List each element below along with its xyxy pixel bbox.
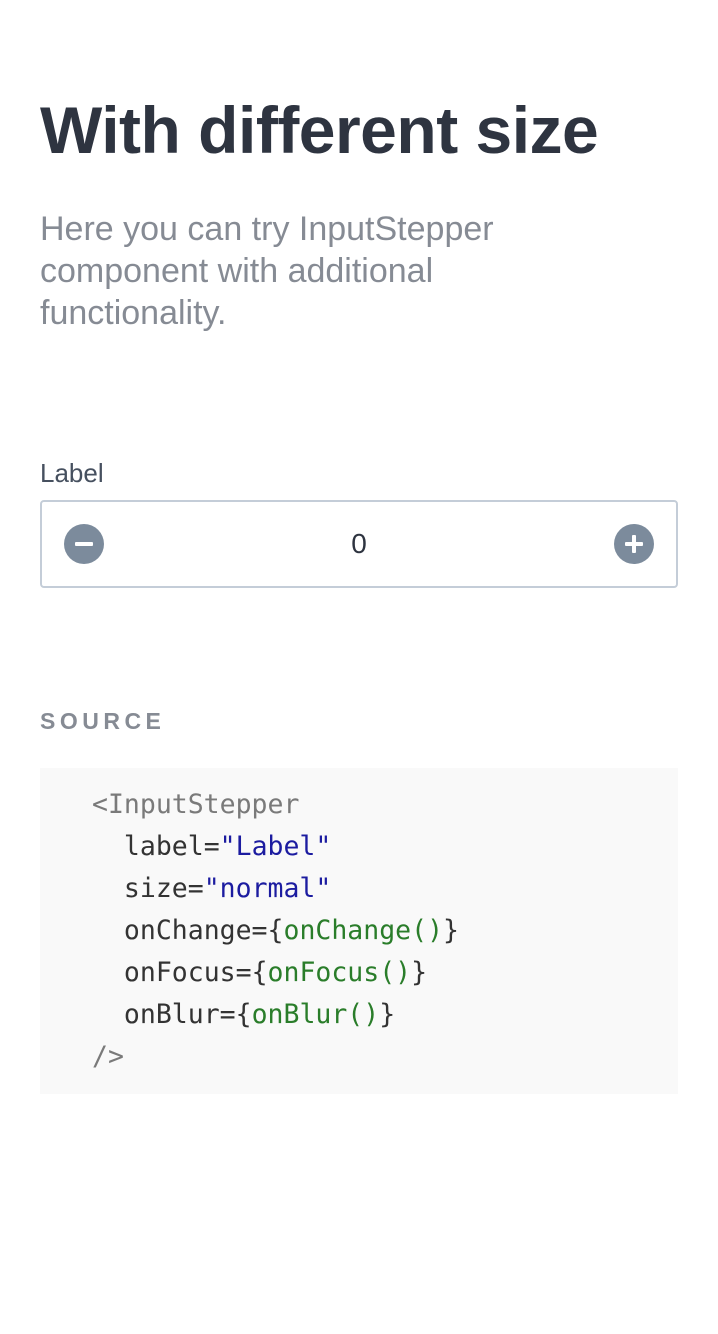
code-attr-onchange: onChange=	[123, 915, 268, 946]
source-code: <InputStepper label="Label" size="normal…	[92, 784, 459, 1078]
code-brace-open: {	[235, 999, 252, 1030]
code-attr-label: label=	[123, 831, 220, 862]
increment-button[interactable]	[614, 524, 654, 564]
code-value-onblur: onBlur()	[251, 999, 380, 1030]
stepper-label: Label	[40, 458, 104, 488]
code-open-tag: <InputStepper	[92, 789, 300, 820]
code-line-onblur: onBlur={onBlur()}	[92, 994, 459, 1036]
code-brace-close: }	[443, 915, 459, 946]
page-description: Here you can try InputStepper component …	[40, 210, 494, 332]
stepper-value-input[interactable]	[142, 502, 576, 586]
code-brace-close: }	[379, 999, 396, 1030]
code-brace-open: {	[267, 915, 284, 946]
input-stepper	[40, 500, 678, 588]
code-attr-onfocus: onFocus=	[123, 957, 252, 988]
code-attr-onblur: onBlur=	[123, 999, 236, 1030]
code-value-onchange: onChange()	[283, 915, 444, 946]
code-line-onchange: onChange={onChange()}	[92, 910, 459, 952]
code-close-tag: />	[92, 1041, 124, 1072]
code-attr-size: size=	[123, 873, 204, 904]
code-line-size: size="normal"	[92, 868, 459, 910]
code-line-close: />	[92, 1036, 459, 1078]
decrement-button[interactable]	[64, 524, 104, 564]
code-value-onfocus: onFocus()	[267, 957, 412, 988]
code-line-label: label="Label"	[92, 826, 459, 868]
plus-circle-icon	[625, 535, 643, 553]
source-heading: SOURCE	[40, 708, 166, 734]
code-value-label: "Label"	[219, 831, 332, 862]
code-brace-close: }	[411, 957, 428, 988]
minus-circle-icon	[75, 542, 93, 546]
code-brace-open: {	[251, 957, 268, 988]
code-line-open: <InputStepper	[92, 784, 459, 826]
page-title: With different size	[40, 93, 599, 167]
code-value-size: "normal"	[203, 873, 332, 904]
source-code-block: <InputStepper label="Label" size="normal…	[40, 768, 678, 1094]
code-line-onfocus: onFocus={onFocus()}	[92, 952, 459, 994]
